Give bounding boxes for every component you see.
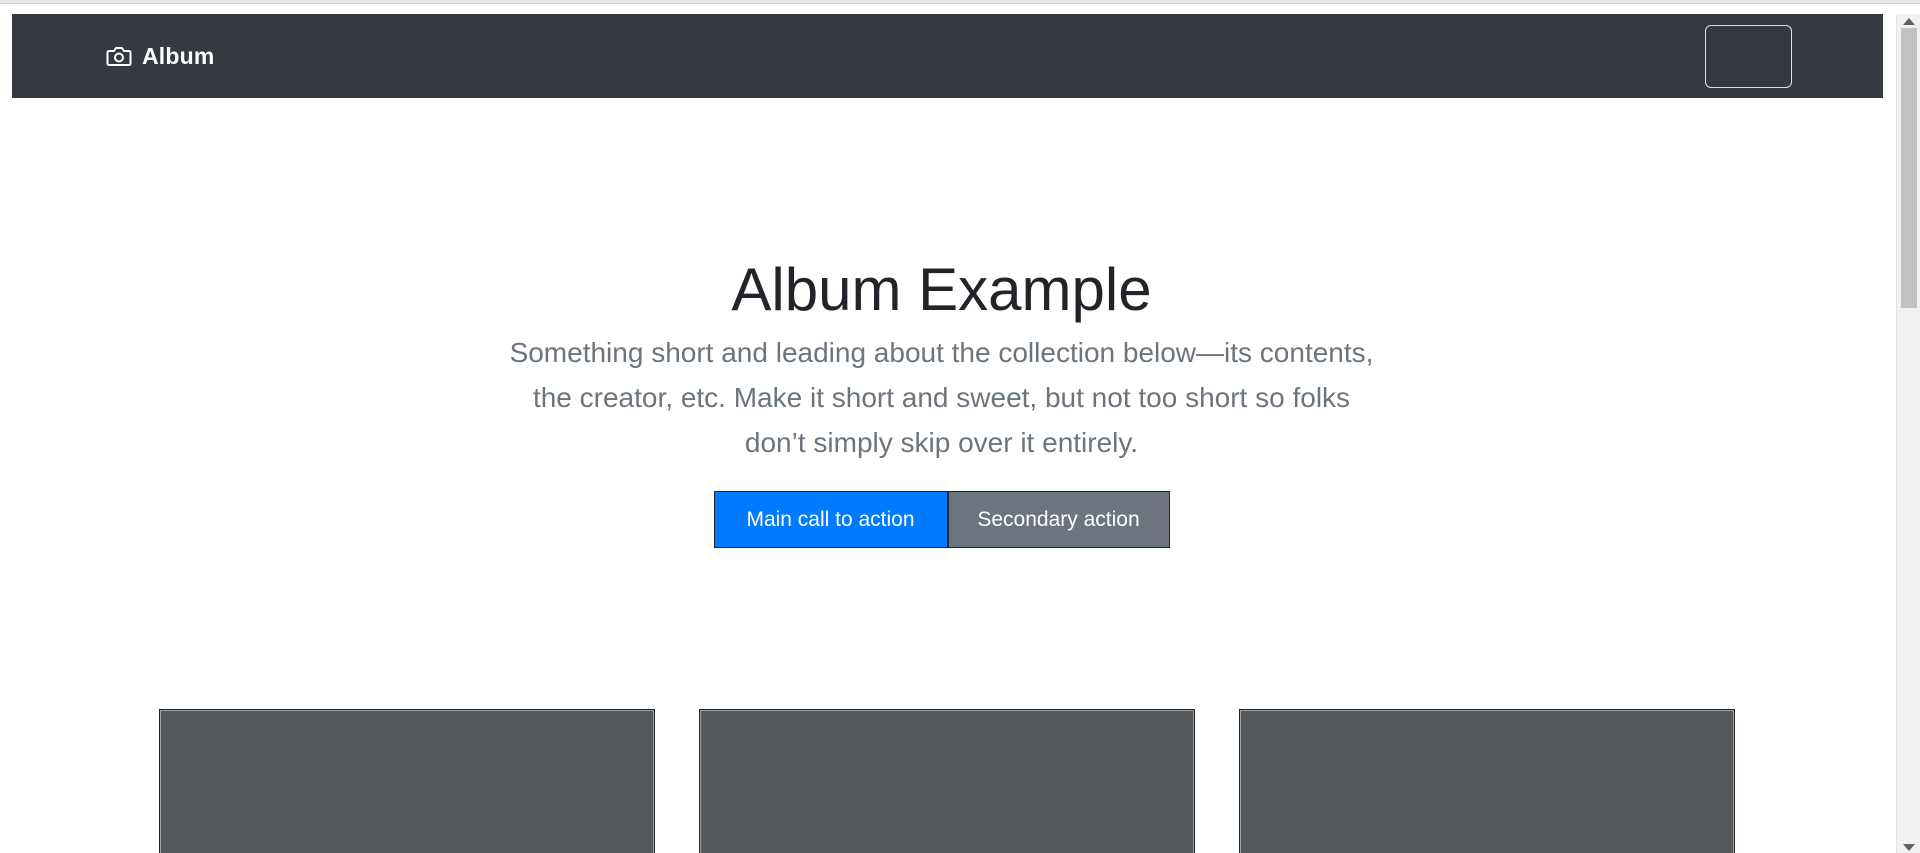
window-top-edge — [0, 0, 1920, 4]
hero-section: Album Example Something short and leadin… — [0, 250, 1883, 548]
navbar-toggler-button[interactable] — [1705, 25, 1792, 88]
main-call-to-action-button[interactable]: Main call to action — [713, 491, 948, 548]
vertical-scrollbar[interactable] — [1896, 14, 1920, 853]
album-card-thumbnail — [159, 709, 655, 853]
hero-actions: Main call to action Secondary action — [0, 491, 1883, 548]
secondary-action-button[interactable]: Secondary action — [947, 491, 1170, 548]
browser-viewport: Album Album Example Something short and … — [0, 0, 1920, 853]
album-card-thumbnail — [699, 709, 1195, 853]
brand-label: Album — [142, 42, 215, 69]
scroll-up-arrow-icon[interactable] — [1903, 18, 1915, 25]
scroll-down-arrow-icon[interactable] — [1903, 844, 1915, 851]
brand-link[interactable]: Album — [106, 14, 215, 98]
camera-icon — [106, 45, 132, 67]
scrollbar-thumb[interactable] — [1901, 28, 1917, 308]
navbar: Album — [12, 14, 1883, 98]
hero-lead-text: Something short and leading about the co… — [509, 337, 1374, 458]
album-card-thumbnail — [1239, 709, 1735, 853]
page-title: Album Example — [731, 256, 1152, 323]
